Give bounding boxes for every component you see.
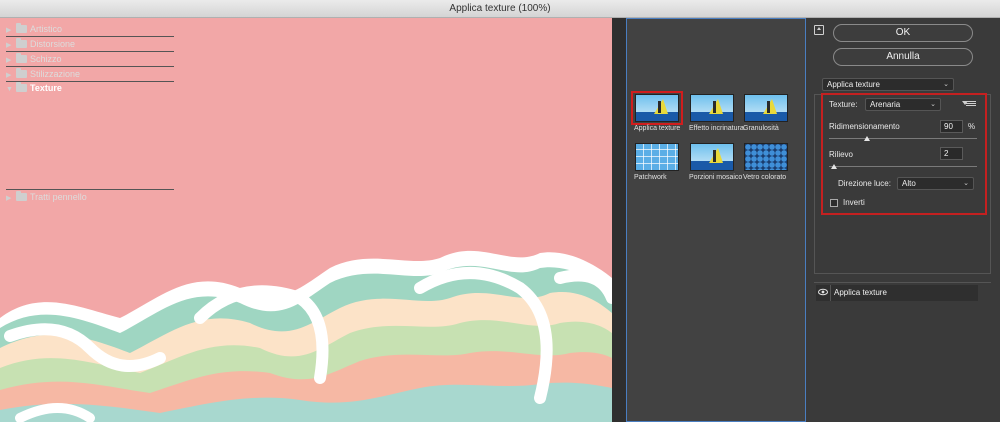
folder-icon [16,38,27,48]
invert-checkbox[interactable] [830,199,838,207]
filter-thumb-granulosita[interactable]: Granulosità [743,94,789,132]
filter-thumb-patchwork[interactable]: Patchwork [634,143,680,181]
filter-thumb-effetto-incrinatura[interactable]: Effetto incrinatura [689,94,744,132]
category-schizzo[interactable]: ▶ Schizzo [6,52,174,66]
sailboat-thumbnail [635,94,679,122]
eye-icon[interactable] [818,287,828,297]
expand-arrow-icon: ▶ [6,195,12,202]
scaling-label: Ridimensionamento [829,122,900,131]
scaling-slider-track[interactable] [829,138,977,139]
filter-thumb-vetro-colorato[interactable]: Vetro colorato [743,143,789,181]
ok-button[interactable]: OK [833,24,973,42]
filter-thumb-porzioni-mosaico[interactable]: Porzioni mosaico [689,143,742,181]
category-tratti-pennello[interactable]: ▶ Tratti pennello [6,190,174,204]
category-distorsione[interactable]: ▶ Distorsione [6,37,174,51]
collapse-arrow-icon: ▼ [6,86,13,93]
texture-menu-icon[interactable] [966,101,976,107]
filter-select[interactable]: Applica texture ⌄ [822,78,954,91]
category-stilizzazione[interactable]: ▶ Stilizzazione [6,67,174,81]
effect-layer-label: Applica texture [834,288,887,297]
preview-edge [612,18,626,422]
filter-gallery [626,18,806,422]
window-title: Applica texture (100%) [0,0,1000,18]
chevron-down-icon: ⌄ [943,81,949,88]
stained-glass-thumbnail [744,143,788,171]
effect-layers-panel [814,282,991,422]
filter-thumb-applica-texture[interactable]: Applica texture [631,91,683,132]
light-direction-label: Direzione luce: [838,179,891,188]
relief-slider-track[interactable] [829,166,977,167]
sailboat-thumbnail [690,94,734,122]
relief-label: Rilievo [829,150,854,159]
scaling-slider-handle[interactable] [864,136,870,141]
invert-label: Inverti [843,198,865,207]
patchwork-thumbnail [635,143,679,171]
folder-icon [16,53,27,63]
divider [830,285,831,301]
category-artistico[interactable]: ▶ Artistico [6,22,174,36]
sailboat-thumbnail [744,94,788,122]
cancel-button[interactable]: Annulla [833,48,973,66]
folder-icon [16,82,27,92]
chevron-down-icon: ⌄ [963,180,969,187]
category-texture[interactable]: ▼ Texture [6,81,174,95]
light-direction-select[interactable]: Alto ⌄ [897,177,974,190]
sailboat-thumbnail [690,143,734,171]
texture-label: Texture: [829,100,858,109]
folder-icon [16,68,27,78]
scaling-unit: % [968,122,976,131]
collapse-gallery-icon[interactable] [814,25,824,35]
chevron-down-icon: ⌄ [930,101,936,108]
scaling-input[interactable]: 90 [940,120,963,133]
folder-icon [16,23,27,33]
relief-slider-handle[interactable] [831,164,837,169]
relief-input[interactable]: 2 [940,147,963,160]
folder-icon [16,191,27,201]
texture-select[interactable]: Arenaria ⌄ [865,98,941,111]
